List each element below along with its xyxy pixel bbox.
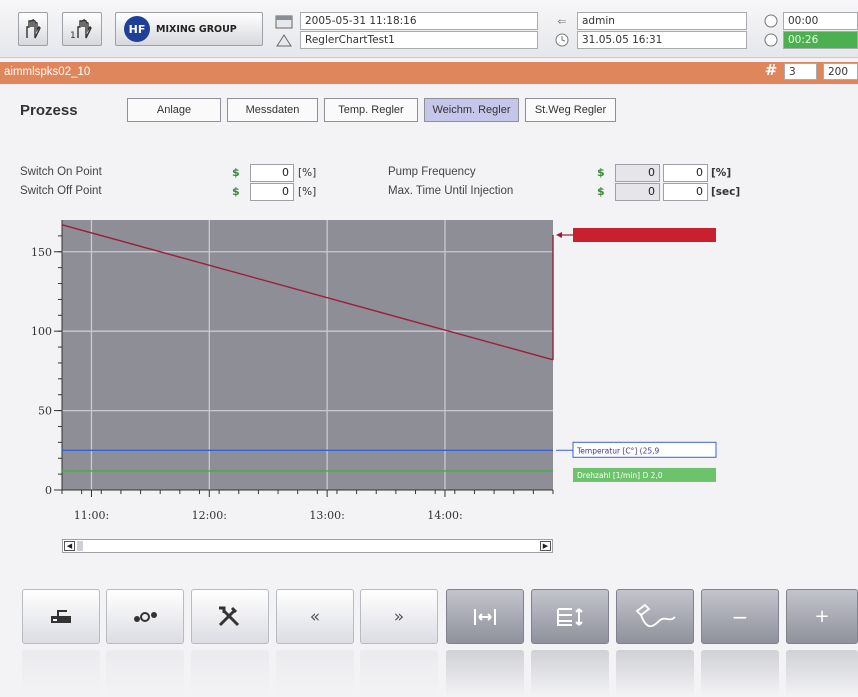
user-field[interactable]: admin xyxy=(577,12,747,30)
x-tick-label: 14:00: xyxy=(427,509,462,522)
page-value-field[interactable]: 200 xyxy=(823,63,858,80)
button-reflection xyxy=(22,650,100,697)
plus-icon: + xyxy=(814,606,830,627)
legend-label-blue: Temperatur [C°] (25,9 xyxy=(576,446,660,455)
pump-frequency-unit: [%] xyxy=(711,167,732,179)
switch-off-label: Switch Off Point xyxy=(20,185,102,197)
x-tick-label: 13:00: xyxy=(309,509,344,522)
switch-on-field[interactable]: 0 xyxy=(250,164,294,182)
minus-icon: − xyxy=(731,604,749,629)
pump-frequency-label: Pump Frequency xyxy=(388,166,476,178)
button-reflection xyxy=(616,650,694,697)
pump-frequency-field[interactable]: 0 xyxy=(663,164,708,182)
chart-horizontal-scrollbar[interactable]: ◀ ▶ xyxy=(62,539,553,553)
button-reflection xyxy=(531,650,609,697)
max-time-edit-icon[interactable]: $ xyxy=(597,185,605,198)
molecule-button[interactable] xyxy=(106,589,184,644)
switch-on-label: Switch On Point xyxy=(20,166,102,178)
switch-off-unit: [%] xyxy=(298,186,317,198)
max-time-field[interactable]: 0 xyxy=(663,183,708,201)
fit-height-button[interactable] xyxy=(531,589,609,644)
y-tick-label: 150 xyxy=(31,246,52,259)
max-time-label: Max. Time Until Injection xyxy=(388,185,514,197)
switch-on-edit-icon[interactable]: $ xyxy=(232,166,240,179)
login-arrow-icon: ⇐ xyxy=(557,14,567,28)
forward-icon: » xyxy=(393,606,405,627)
hand-icon xyxy=(26,18,41,39)
clock-icon xyxy=(552,31,572,49)
calendar-icon xyxy=(273,12,295,30)
hash-icon: # xyxy=(764,61,778,79)
x-tick-label: 11:00: xyxy=(74,509,109,522)
button-reflection xyxy=(446,650,524,697)
hf-logo-icon: HF xyxy=(124,16,150,42)
back-button[interactable]: « xyxy=(276,589,354,644)
scroll-left-icon[interactable]: ◀ xyxy=(64,541,75,551)
machine-icon xyxy=(51,609,71,623)
draw-curve-icon xyxy=(635,603,676,627)
forward-button[interactable]: » xyxy=(360,589,438,644)
scroll-right-icon[interactable]: ▶ xyxy=(540,541,551,551)
switch-off-field[interactable]: 0 xyxy=(250,183,294,201)
button-reflection xyxy=(360,650,438,697)
section-title: Prozess xyxy=(20,102,78,119)
tab-anlage[interactable]: Anlage xyxy=(127,98,221,122)
hand-one-icon: 1 xyxy=(70,18,92,40)
company-name: MIXING GROUP xyxy=(156,23,237,35)
back-icon: « xyxy=(309,606,321,627)
tab-temp-regler[interactable]: Temp. Regler xyxy=(324,98,418,122)
user-date-field: 31.05.05 16:31 xyxy=(577,31,747,49)
timer-field-1: 00:00 xyxy=(783,12,858,30)
legend-box-red xyxy=(573,228,716,242)
max-time-unit: [sec] xyxy=(711,186,741,198)
button-reflection xyxy=(276,650,354,697)
plot-area xyxy=(62,220,553,490)
button-reflection xyxy=(701,650,779,697)
fit-width-button[interactable] xyxy=(446,589,524,644)
timer-field-2: 00:26 xyxy=(783,31,858,49)
company-logo-button[interactable]: HF MIXING GROUP xyxy=(115,12,263,46)
button-reflection xyxy=(786,650,858,697)
date-time-field: 2005-05-31 11:18:16 xyxy=(300,12,538,30)
pump-frequency-actual: 0 xyxy=(615,164,660,182)
tab-messdaten[interactable]: Messdaten xyxy=(227,98,318,122)
molecule-icon xyxy=(134,611,157,622)
switch-off-edit-icon[interactable]: $ xyxy=(232,185,240,198)
tools-button[interactable] xyxy=(191,589,269,644)
fit-height-icon xyxy=(557,607,583,626)
button-reflection xyxy=(191,650,269,697)
title-bar-text: aimmlspks02_10 xyxy=(4,66,91,78)
scroll-thumb[interactable] xyxy=(77,541,83,551)
tab-stweg-regler[interactable]: St.Weg Regler xyxy=(525,98,616,122)
red-legend-arrow xyxy=(556,232,562,238)
hand-numbered-button[interactable]: 1 xyxy=(62,12,102,46)
legend-label-green: Drehzahl [1/min] D 2,0 xyxy=(577,471,663,480)
timer-icon-2 xyxy=(762,31,780,49)
y-tick-label: 0 xyxy=(45,484,52,497)
tab-weichm-regler[interactable]: Weichm. Regler xyxy=(424,98,519,122)
y-tick-label: 50 xyxy=(38,405,52,418)
chart-name-field[interactable]: ReglerChartTest1 xyxy=(300,31,538,49)
title-bar: aimmlspks02_10 xyxy=(0,62,858,84)
machine-button[interactable] xyxy=(22,589,100,644)
tools-icon xyxy=(218,606,240,626)
max-time-actual: 0 xyxy=(615,183,660,201)
chart-file-icon xyxy=(273,31,295,49)
pump-frequency-edit-icon[interactable]: $ xyxy=(597,166,605,179)
y-tick-label: 100 xyxy=(31,325,52,338)
switch-on-unit: [%] xyxy=(298,167,317,179)
x-tick-label: 12:00: xyxy=(192,509,227,522)
svg-text:1: 1 xyxy=(70,31,76,40)
page-index-field[interactable]: 3 xyxy=(784,63,817,80)
fit-width-icon xyxy=(474,608,496,625)
timer-icon xyxy=(762,12,780,30)
hand-button[interactable] xyxy=(18,12,48,46)
zoom-in-button[interactable]: + xyxy=(786,589,858,644)
process-chart[interactable]: 11:00: 12:00: 13:00: 14:00: 0 50 100 150 Tempera… xyxy=(0,210,858,530)
draw-curve-button[interactable] xyxy=(616,589,694,644)
zoom-out-button[interactable]: − xyxy=(701,589,779,644)
button-reflection xyxy=(106,650,184,697)
